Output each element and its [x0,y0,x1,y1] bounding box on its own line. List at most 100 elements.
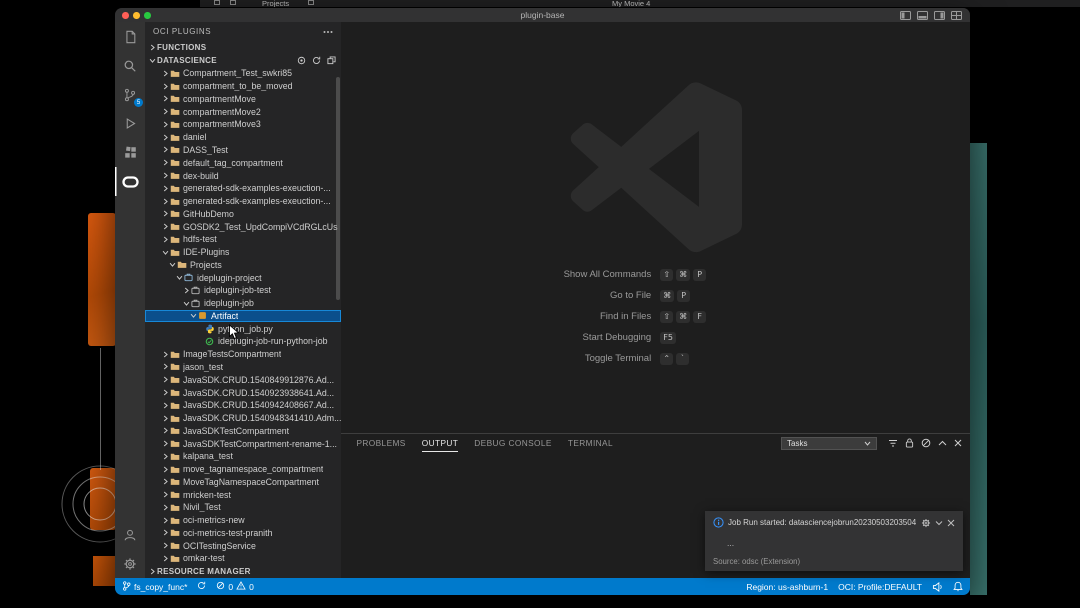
keycap: ⌃ [660,353,673,365]
tree-item[interactable]: omkar-test [145,552,341,565]
more-actions-icon[interactable] [323,27,333,36]
run-debug-icon[interactable] [115,109,145,138]
minimize-window-button[interactable] [133,12,140,19]
clear-output-icon[interactable] [921,438,931,448]
toggle-sidebar-icon[interactable] [900,11,911,20]
explorer-icon[interactable] [115,22,145,51]
tree-item[interactable]: ideplugin-job-test [145,284,341,297]
tree-item[interactable]: compartmentMove [145,93,341,106]
close-icon[interactable] [947,519,955,527]
close-window-button[interactable] [122,12,129,19]
tree-item[interactable]: ideplugin-job [145,297,341,310]
tree-item[interactable]: Artifact [145,310,341,323]
tree-item-label: generated-sdk-examples-exeuction-... [183,183,331,193]
record-filter-icon[interactable] [297,56,306,65]
panel-tab-terminal[interactable]: TERMINAL [568,434,613,452]
tree-item[interactable]: daniel [145,131,341,144]
statusbar-region[interactable]: Region: us-ashburn-1 [746,582,828,592]
customize-layout-icon[interactable] [951,11,962,20]
tree-item[interactable]: Nivil_Test [145,501,341,514]
lock-icon[interactable] [905,438,914,448]
tree-item[interactable]: oci-metrics-test-pranith [145,527,341,540]
tree-item[interactable]: JavaSDK.CRUD.1540948341410.Adm... [145,412,341,425]
chevron-right-icon [162,83,170,90]
tree-item[interactable]: Projects [145,258,341,271]
tree-item-label: ImageTestsCompartment [183,349,281,359]
tree-item[interactable]: generated-sdk-examples-exeuction-... [145,182,341,195]
oci-plugins-icon[interactable] [115,167,145,196]
titlebar[interactable]: plugin-base [115,8,970,22]
tree-item[interactable]: JavaSDK.CRUD.1540942408667.Ad... [145,399,341,412]
activity-bar: 5 [115,22,145,578]
refresh-icon[interactable] [312,56,321,65]
tree-item[interactable]: hdfs-test [145,233,341,246]
extensions-icon[interactable] [115,138,145,167]
tree-item[interactable]: compartmentMove3 [145,118,341,131]
folder-icon [170,541,183,550]
tree-item[interactable]: ImageTestsCompartment [145,348,341,361]
maximize-panel-icon[interactable] [938,440,947,446]
close-panel-icon[interactable] [954,439,962,447]
search-icon[interactable] [115,51,145,80]
toggle-panel-icon[interactable] [917,11,928,20]
output-channel-select[interactable]: Tasks [781,437,877,450]
tree-item[interactable]: JavaSDK.CRUD.1540923938641.Ad... [145,386,341,399]
tree-item[interactable]: dex-build [145,169,341,182]
tree-item[interactable]: Compartment_Test_swkri85 [145,67,341,80]
folder-icon [170,388,183,397]
statusbar-oci-profile[interactable]: OCI: Profile:DEFAULT [838,582,922,592]
open-in-editor-icon[interactable] [327,56,336,65]
panel-tab-output[interactable]: OUTPUT [422,434,459,452]
notifications-bell-icon[interactable] [953,581,963,592]
tree-item[interactable]: IDE-Plugins [145,246,341,259]
settings-gear-icon[interactable] [115,549,145,578]
tree-item[interactable]: ideplugin-job-run-python-job [145,335,341,348]
tree-item[interactable]: GOSDK2_Test_UpdCompiVCdRGLcUs [145,220,341,233]
chevron-right-icon [162,236,170,243]
tree-item[interactable]: move_tagnamespace_compartment [145,463,341,476]
keycap: ⇧ [660,311,673,323]
notification-toast[interactable]: Job Run started: datasciencejobrun202305… [705,511,963,571]
tree-item[interactable]: kalpana_test [145,450,341,463]
account-icon[interactable] [115,520,145,549]
section-functions[interactable]: FUNCTIONS [145,41,341,54]
tree-item-label: compartmentMove [183,94,256,104]
tree-item[interactable]: MoveTagNamespaceCompartment [145,476,341,489]
tree-item[interactable]: JavaSDK.CRUD.1540849912876.Ad... [145,373,341,386]
panel-tab-problems[interactable]: PROBLEMS [356,434,405,452]
tree-item[interactable]: DASS_Test [145,144,341,157]
tree-item[interactable]: generated-sdk-examples-exeuction-... [145,195,341,208]
tree-item[interactable]: compartment_to_be_moved [145,80,341,93]
shortcut-label: Toggle Terminal [341,353,660,364]
statusbar-branch[interactable]: fs_copy_func* [122,581,187,593]
section-resource-manager[interactable]: RESOURCE MANAGER [145,565,341,578]
tree-item[interactable]: python_job.py [145,322,341,335]
tree-item[interactable]: OCITestingService [145,539,341,552]
folder-icon [170,554,183,563]
tree-item[interactable]: JavaSDKTestCompartment [145,424,341,437]
source-control-icon[interactable]: 5 [115,80,145,109]
sidebar-scrollbar[interactable] [336,77,340,300]
feedback-icon[interactable] [932,582,943,592]
output-filter-icon[interactable] [888,439,898,448]
panel-tab-debug-console[interactable]: DEBUG CONSOLE [474,434,552,452]
toggle-secondary-sidebar-icon[interactable] [934,11,945,20]
tree-item[interactable]: ideplugin-project [145,271,341,284]
tree-item-label: compartmentMove2 [183,107,261,117]
notification-settings-gear-icon[interactable] [921,518,931,528]
warning-count: 0 [249,582,254,592]
statusbar-sync[interactable] [197,581,206,592]
tree-item[interactable]: jason_test [145,361,341,374]
tree-item[interactable]: compartmentMove2 [145,105,341,118]
tree-item[interactable]: mricken-test [145,488,341,501]
tree-item[interactable]: JavaSDKTestCompartment-rename-1... [145,437,341,450]
section-datascience[interactable]: DATASCIENCE [145,54,341,67]
statusbar-problems[interactable]: 0 0 [216,581,253,592]
zoom-window-button[interactable] [144,12,151,19]
chevron-down-icon[interactable] [935,520,943,526]
tree-item-label: compartment_to_be_moved [183,81,293,91]
tree-item[interactable]: default_tag_compartment [145,156,341,169]
chevron-right-icon [183,287,191,294]
tree-item[interactable]: oci-metrics-new [145,514,341,527]
tree-item[interactable]: GitHubDemo [145,207,341,220]
